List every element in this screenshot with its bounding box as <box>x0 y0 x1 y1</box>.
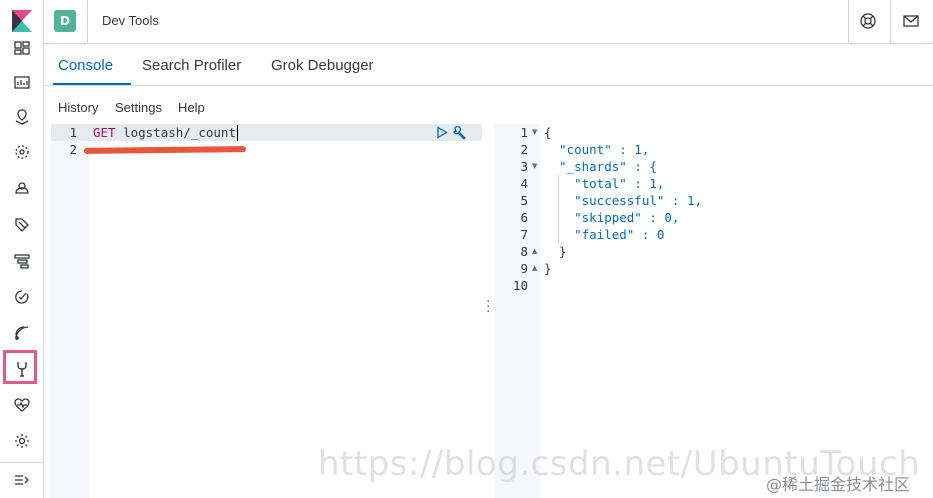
line-number: 6 <box>520 210 528 225</box>
line-number: 8 <box>520 244 528 259</box>
logs-icon[interactable] <box>12 215 32 235</box>
mail-icon[interactable] <box>902 12 920 30</box>
metrics-icon[interactable] <box>12 178 32 198</box>
annotation-underline <box>83 146 247 154</box>
drag-handle-icon: · · · <box>486 294 491 320</box>
header-divider <box>890 0 891 44</box>
fold-open-icon[interactable]: ▼ <box>532 124 537 141</box>
fold-open-icon[interactable]: ▼ <box>532 158 537 175</box>
header-divider <box>848 0 849 44</box>
response-line: { <box>544 125 552 140</box>
response-line: "skipped" : 0, <box>544 210 680 225</box>
request-gutter <box>51 124 89 498</box>
request-path: logstash/_count <box>115 125 236 140</box>
text-cursor <box>237 125 238 141</box>
response-line: "_shards" : { <box>544 159 657 174</box>
wrench-icon[interactable] <box>452 125 468 140</box>
response-line: "count" : 1, <box>544 142 650 157</box>
line-number: 4 <box>520 176 528 191</box>
response-line: } <box>544 261 552 276</box>
tab-bar: Console Search Profiler Grok Debugger <box>44 45 933 86</box>
apm-icon[interactable] <box>12 251 32 271</box>
dashboard-icon[interactable] <box>12 38 32 58</box>
response-line: "failed" : 0 <box>544 227 665 242</box>
response-editor[interactable]: 1 2 3 4 5 6 7 8 9 10 ▼ ▼ ▲ ▲ { "count" :… <box>494 124 933 498</box>
play-icon[interactable] <box>436 126 448 139</box>
active-tab-indicator <box>53 83 131 85</box>
help-link[interactable]: Help <box>178 100 205 115</box>
tab-search-profiler[interactable]: Search Profiler <box>142 57 241 74</box>
line-number: 2 <box>69 142 77 157</box>
collapse-nav-icon[interactable] <box>12 470 32 490</box>
line-number: 5 <box>520 193 528 208</box>
response-line: "total" : 1, <box>544 176 665 191</box>
tab-grok-debugger[interactable]: Grok Debugger <box>271 57 374 74</box>
line-number: 3 <box>520 159 528 174</box>
dev-tools-icon[interactable] <box>12 359 32 379</box>
request-editor[interactable]: 1 2 GET logstash/_count <box>51 124 482 498</box>
header-divider <box>87 0 88 44</box>
maps-icon[interactable] <box>12 107 32 127</box>
stack-monitoring-icon[interactable] <box>12 395 32 415</box>
fold-close-icon[interactable]: ▲ <box>532 260 537 277</box>
fold-close-icon[interactable]: ▲ <box>532 243 537 260</box>
response-line: "successful" : 1, <box>544 193 703 208</box>
line-number: 1 <box>520 125 528 140</box>
ml-icon[interactable] <box>12 142 32 162</box>
space-avatar[interactable]: D <box>54 10 76 32</box>
line-number: 2 <box>520 142 528 157</box>
uptime-icon[interactable] <box>12 287 32 307</box>
page-title: Dev Tools <box>102 13 159 28</box>
watermark-site: @稀土掘金技术社区 <box>766 475 911 494</box>
response-line: } <box>544 244 567 259</box>
siem-icon[interactable] <box>12 323 32 343</box>
line-number: 9 <box>520 261 528 276</box>
history-link[interactable]: History <box>58 100 98 115</box>
management-icon[interactable] <box>12 431 32 451</box>
line-number: 10 <box>512 278 528 293</box>
nav-divider <box>0 462 44 463</box>
help-icon[interactable] <box>859 12 877 30</box>
tab-console[interactable]: Console <box>58 57 113 74</box>
settings-link[interactable]: Settings <box>115 100 162 115</box>
left-nav <box>0 0 44 498</box>
top-header: D Dev Tools <box>44 0 933 44</box>
request-line: GET logstash/_count <box>93 124 236 141</box>
pane-resizer[interactable]: · · · <box>482 124 494 498</box>
canvas-icon[interactable] <box>12 72 32 92</box>
line-number: 7 <box>520 227 528 242</box>
kibana-logo-icon[interactable] <box>12 10 32 32</box>
line-number: 1 <box>69 125 77 140</box>
request-method: GET <box>93 125 116 140</box>
